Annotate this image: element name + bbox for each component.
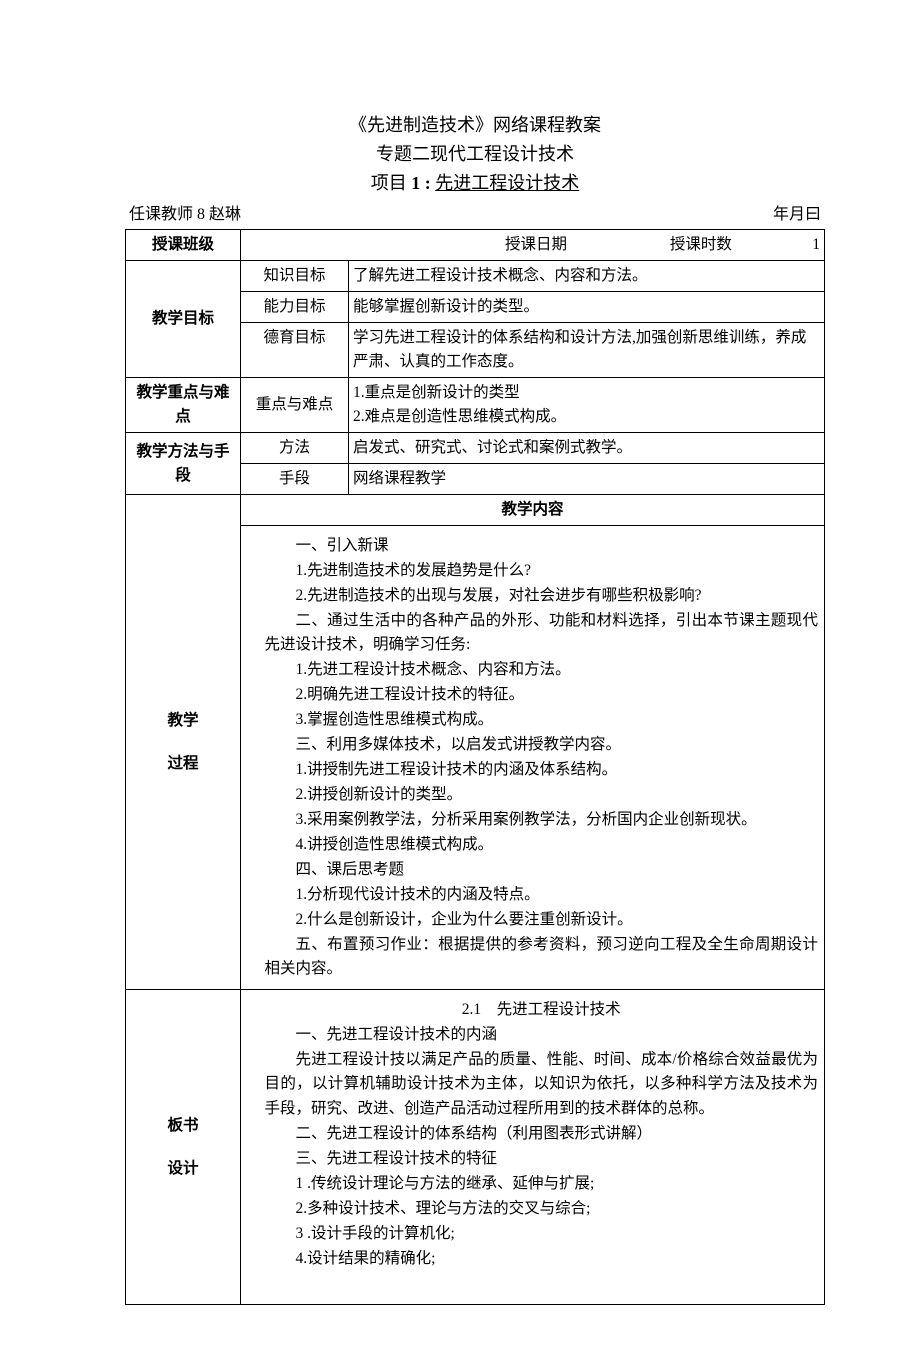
document-title-block: 《先进制造技术》网络课程教案 专题二现代工程设计技术 项目 1 : 先进工程设计… xyxy=(125,112,825,197)
process-spacer xyxy=(241,526,259,990)
date-label: 年月曰 xyxy=(773,203,821,227)
board-line: 2.多种设计技术、理论与方法的交叉与综合; xyxy=(265,1197,819,1221)
board-line: 1 .传统设计理论与方法的继承、延伸与扩展; xyxy=(265,1172,819,1196)
text-method: 启发式、研究式、讨论式和案例式教学。 xyxy=(349,433,825,464)
teacher-label: 任课教师 8 赵琳 xyxy=(129,203,241,227)
label-moral-goal: 德育目标 xyxy=(241,323,349,378)
process-line: 4.讲授创造性思维模式构成。 xyxy=(265,833,819,857)
process-line: 2.先进制造技术的出现与发展，对社会进步有哪些积极影响? xyxy=(265,584,819,608)
board-line: 二、先进工程设计的体系结构（利用图表形式讲解） xyxy=(265,1122,819,1146)
label-method-group: 教学方法与手段 xyxy=(126,433,241,495)
label-hours: 授课时数 xyxy=(571,233,732,257)
label-knowledge-goal: 知识目标 xyxy=(241,261,349,292)
label-means: 手段 xyxy=(241,464,349,495)
label-board: 板书 设计 xyxy=(126,990,241,1304)
text-knowledge-goal: 了解先进工程设计技术概念、内容和方法。 xyxy=(349,261,825,292)
lesson-plan-table: 授课班级 授课日期 授课时数 1 教学目标 知识目标 了解先进工程设计技术概念、… xyxy=(125,229,825,1305)
label-goals: 教学目标 xyxy=(126,261,241,378)
process-line: 2.什么是创新设计，企业为什么要注重创新设计。 xyxy=(265,908,819,932)
row-key-difficult: 教学重点与难点 重点与难点 1.重点是创新设计的类型 2.难点是创造性思维模式构… xyxy=(126,378,825,433)
label-content-header: 教学内容 xyxy=(241,495,825,526)
board-line: 3 .设计手段的计算机化; xyxy=(265,1222,819,1246)
process-line: 五、布置预习作业：根据提供的参考资料，预习逆向工程及全生命周期设计相关内容。 xyxy=(265,933,819,981)
label-key-difficult: 教学重点与难点 xyxy=(126,378,241,433)
label-process: 教学 过程 xyxy=(126,495,241,990)
label-ability-goal: 能力目标 xyxy=(241,292,349,323)
label-class: 授课班级 xyxy=(126,230,241,261)
label-process-1: 教学 xyxy=(130,699,236,742)
process-line: 1.先进工程设计技术概念、内容和方法。 xyxy=(265,658,819,682)
process-content: 一、引入新课 1.先进制造技术的发展趋势是什么? 2.先进制造技术的出现与发展，… xyxy=(263,529,821,986)
label-key-difficult-sub: 重点与难点 xyxy=(241,378,349,433)
project-number: 1 : xyxy=(411,173,435,193)
process-line: 一、引入新课 xyxy=(265,534,819,558)
board-section-title: 2.1 先进工程设计技术 xyxy=(265,998,819,1022)
board-line: 三、先进工程设计技术的特征 xyxy=(265,1147,819,1171)
keydiff-line-2: 2.难点是创造性思维模式构成。 xyxy=(353,405,820,429)
row-board: 板书 设计 2.1 先进工程设计技术 一、先进工程设计技术的内涵 先进工程设计技… xyxy=(126,990,825,1304)
process-line: 3.采用案例教学法，分析采用案例教学法，分析国内企业创新现状。 xyxy=(265,808,819,832)
text-moral-goal: 学习先进工程设计的体系结构和设计方法,加强创新思维训练，养成严肃、认真的工作态度… xyxy=(349,323,825,378)
label-board-2: 设计 xyxy=(130,1147,236,1190)
value-hours: 1 xyxy=(812,233,820,257)
label-method: 方法 xyxy=(241,433,349,464)
label-date: 授课日期 xyxy=(245,233,567,257)
row-method: 教学方法与手段 方法 启发式、研究式、讨论式和案例式教学。 xyxy=(126,433,825,464)
row-goal-knowledge: 教学目标 知识目标 了解先进工程设计技术概念、内容和方法。 xyxy=(126,261,825,292)
process-line: 三、利用多媒体技术，以启发式讲授教学内容。 xyxy=(265,733,819,757)
board-line: 先进工程设计技以满足产品的质量、性能、时间、成本/价格综合效益最优为目的，以计算… xyxy=(265,1048,819,1120)
meta-line: 任课教师 8 赵琳 年月曰 xyxy=(125,203,825,229)
project-prefix: 项目 xyxy=(371,173,412,193)
title-line-3: 项目 1 : 先进工程设计技术 xyxy=(125,170,825,197)
process-line: 2.讲授创新设计的类型。 xyxy=(265,783,819,807)
text-ability-goal: 能够掌握创新设计的类型。 xyxy=(349,292,825,323)
project-name: 先进工程设计技术 xyxy=(435,173,579,193)
board-line: 一、先进工程设计技术的内涵 xyxy=(265,1023,819,1047)
board-content: 2.1 先进工程设计技术 一、先进工程设计技术的内涵 先进工程设计技以满足产品的… xyxy=(263,993,821,1300)
process-line: 二、通过生活中的各种产品的外形、功能和材料选择，引出本节课主题现代先进设计技术，… xyxy=(265,609,819,657)
title-line-2: 专题二现代工程设计技术 xyxy=(125,141,825,168)
class-info-cell: 授课日期 授课时数 1 xyxy=(241,230,825,261)
document-page: 《先进制造技术》网络课程教案 专题二现代工程设计技术 项目 1 : 先进工程设计… xyxy=(0,0,920,1365)
label-process-2: 过程 xyxy=(130,742,236,785)
row-class-info: 授课班级 授课日期 授课时数 1 xyxy=(126,230,825,261)
process-line: 2.明确先进工程设计技术的特征。 xyxy=(265,683,819,707)
row-content-header: 教学 过程 教学内容 xyxy=(126,495,825,526)
text-means: 网络课程教学 xyxy=(349,464,825,495)
board-content-cell: 2.1 先进工程设计技术 一、先进工程设计技术的内涵 先进工程设计技以满足产品的… xyxy=(259,990,825,1304)
board-line: 4.设计结果的精确化; xyxy=(265,1247,819,1271)
board-spacer xyxy=(241,990,259,1304)
process-line: 1.先进制造技术的发展趋势是什么? xyxy=(265,559,819,583)
process-line: 四、课后思考题 xyxy=(265,858,819,882)
text-key-difficult: 1.重点是创新设计的类型 2.难点是创造性思维模式构成。 xyxy=(349,378,825,433)
keydiff-line-1: 1.重点是创新设计的类型 xyxy=(353,381,820,405)
title-line-1: 《先进制造技术》网络课程教案 xyxy=(125,112,825,139)
process-line: 3.掌握创造性思维模式构成。 xyxy=(265,708,819,732)
process-line: 1.分析现代设计技术的内涵及特点。 xyxy=(265,883,819,907)
label-board-1: 板书 xyxy=(130,1104,236,1147)
process-content-cell: 一、引入新课 1.先进制造技术的发展趋势是什么? 2.先进制造技术的出现与发展，… xyxy=(259,526,825,990)
process-line: 1.讲授制先进工程设计技术的内涵及体系结构。 xyxy=(265,758,819,782)
